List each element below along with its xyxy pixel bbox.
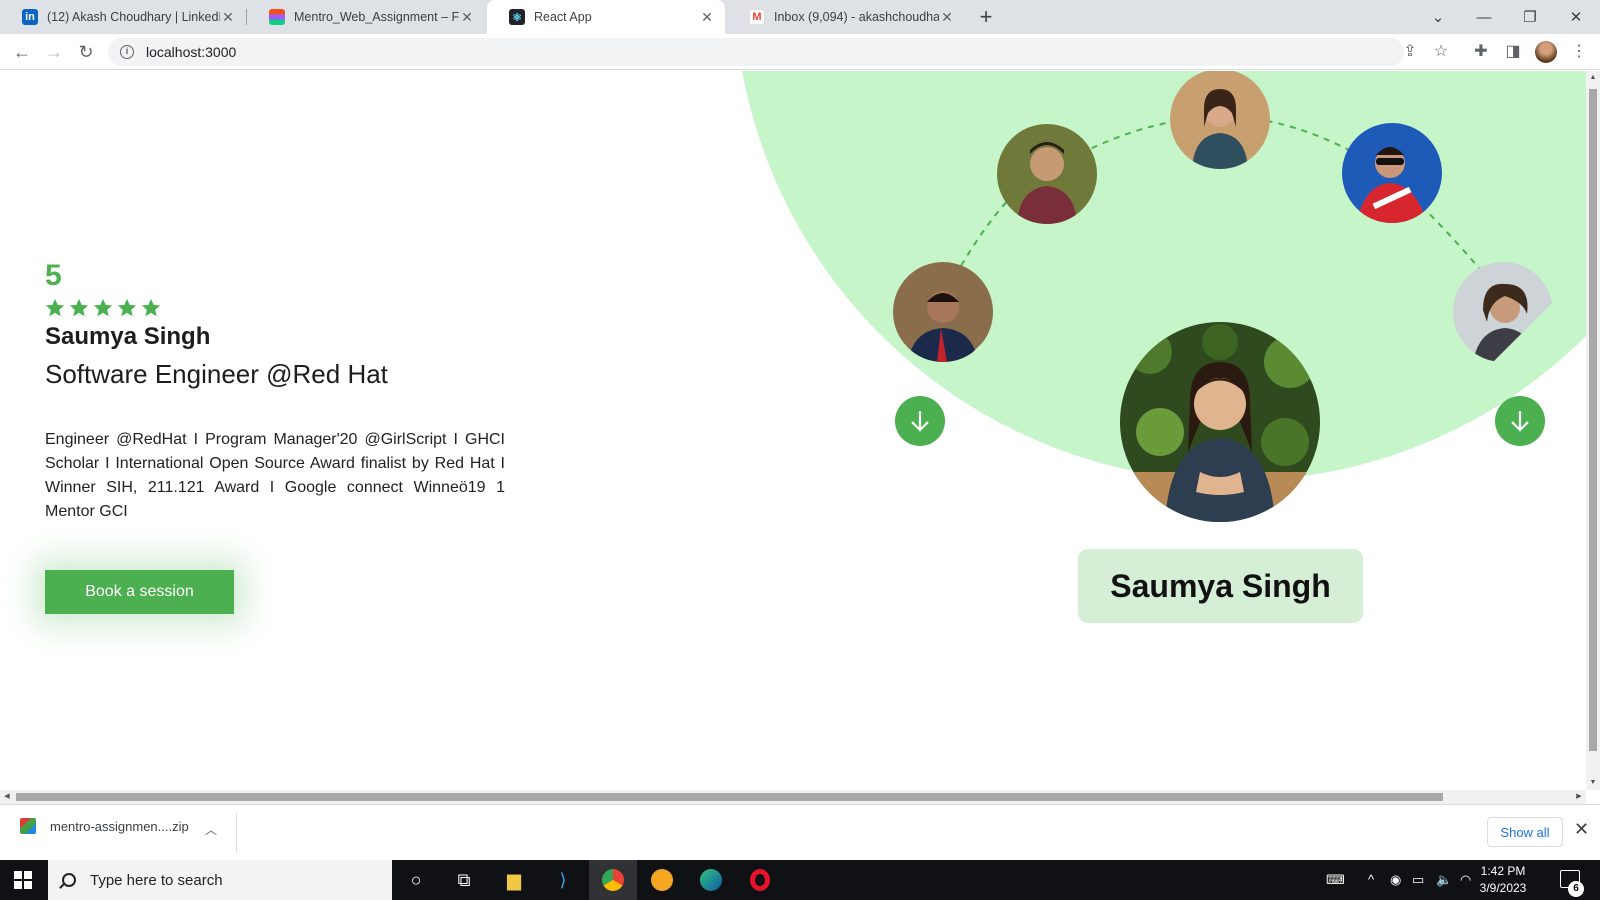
- scroll-down-arrow-icon[interactable]: ▼: [1586, 776, 1600, 790]
- close-tab-icon[interactable]: ✕: [699, 9, 715, 26]
- file-explorer-icon[interactable]: ▆: [500, 866, 528, 894]
- linkedin-icon: in: [22, 9, 38, 25]
- arrow-down-icon: [911, 411, 929, 432]
- download-bar: mentro-assignmen....zip ︿ Show all ✕: [0, 804, 1600, 860]
- book-session-button[interactable]: Book a session: [45, 570, 234, 614]
- divider: [236, 813, 237, 853]
- scroll-down-button[interactable]: [1495, 396, 1545, 446]
- minimize-button[interactable]: —: [1461, 0, 1507, 34]
- volume-icon[interactable]: 🔈: [1436, 872, 1452, 888]
- meet-now-icon[interactable]: ◉: [1390, 872, 1401, 888]
- mentor-avatar[interactable]: [893, 262, 993, 362]
- scroll-up-arrow-icon[interactable]: ▲: [1586, 71, 1600, 85]
- horizontal-scrollbar[interactable]: ◀ ▶: [0, 790, 1586, 804]
- scrollbar-thumb[interactable]: [1589, 89, 1597, 751]
- download-filename: mentro-assignmen....zip: [50, 818, 189, 834]
- mentor-avatar[interactable]: [1342, 123, 1442, 223]
- chevron-up-icon[interactable]: ︿: [205, 821, 217, 838]
- windows-taskbar: Type here to search ○ ⧉ ▆ ⟩ ⌨ ^ ◉ ▭ 🔈 ◠ …: [0, 860, 1600, 900]
- menu-icon[interactable]: ⋮: [1568, 41, 1590, 63]
- tab-title: Mentro_Web_Assignment – Figma: [294, 10, 459, 24]
- close-icon[interactable]: ✕: [1574, 819, 1589, 840]
- opera-icon[interactable]: [746, 866, 774, 894]
- profile-avatar[interactable]: [1535, 41, 1557, 63]
- tab-linkedin[interactable]: in (12) Akash Choudhary | LinkedIn ✕: [0, 0, 246, 34]
- notification-count-badge: 6: [1568, 881, 1584, 897]
- tab-title: (12) Akash Choudhary | LinkedIn: [47, 10, 220, 24]
- battery-icon[interactable]: ▭: [1412, 872, 1424, 888]
- new-tab-button[interactable]: +: [973, 4, 999, 30]
- edge-icon[interactable]: [697, 866, 725, 894]
- page-viewport: Saumya Singh 5 Saumya Singh Software Eng…: [0, 71, 1586, 790]
- forward-icon[interactable]: →: [42, 40, 66, 64]
- arrow-down-icon: [1511, 411, 1529, 432]
- address-bar[interactable]: i localhost:3000: [108, 38, 1404, 66]
- chevron-up-icon[interactable]: ^: [1368, 872, 1374, 887]
- reload-icon[interactable]: ↻: [74, 40, 98, 64]
- tab-react-app[interactable]: ⚛ React App ✕: [487, 0, 725, 34]
- star-icon: [93, 298, 113, 317]
- tab-search-icon[interactable]: ⌄: [1415, 0, 1461, 34]
- tab-gmail[interactable]: M Inbox (9,094) - akashchoudhary8 ✕: [727, 0, 965, 34]
- side-panel-icon[interactable]: ◨: [1502, 41, 1524, 63]
- vscode-icon[interactable]: ⟩: [549, 866, 577, 894]
- bookmark-star-icon[interactable]: ☆: [1430, 41, 1452, 63]
- tab-title: Inbox (9,094) - akashchoudhary8: [774, 10, 939, 24]
- star-icon: [45, 298, 65, 317]
- gmail-icon: M: [749, 9, 765, 25]
- star-icon: [141, 298, 161, 317]
- vertical-scrollbar[interactable]: ▲ ▼: [1586, 71, 1600, 790]
- mentor-avatar[interactable]: [997, 124, 1097, 224]
- mentor-avatar[interactable]: [1170, 71, 1270, 169]
- star-icon: [69, 298, 89, 317]
- toolbar: ← → ↻ i localhost:3000 ⇪ ☆ ✚ ◨ ⋮: [0, 34, 1600, 70]
- back-icon[interactable]: ←: [10, 40, 34, 64]
- rating-stars: [44, 297, 162, 319]
- react-icon: ⚛: [509, 9, 525, 25]
- search-placeholder: Type here to search: [90, 871, 223, 889]
- featured-name-card: Saumya Singh: [1078, 549, 1363, 623]
- close-tab-icon[interactable]: ✕: [939, 9, 955, 26]
- taskbar-search-input[interactable]: Type here to search: [48, 860, 392, 900]
- task-view-icon[interactable]: ⧉: [450, 866, 478, 894]
- featured-mentor-avatar[interactable]: [1120, 322, 1320, 522]
- tab-figma[interactable]: Mentro_Web_Assignment – Figma ✕: [247, 0, 485, 34]
- mentor-name: Saumya Singh: [45, 323, 211, 350]
- download-item[interactable]: mentro-assignmen....zip: [20, 818, 189, 834]
- search-icon: [62, 873, 76, 887]
- show-all-button[interactable]: Show all: [1487, 817, 1563, 847]
- tab-strip: in (12) Akash Choudhary | LinkedIn ✕ Men…: [0, 0, 1600, 34]
- site-info-icon[interactable]: i: [120, 45, 134, 59]
- chrome-icon[interactable]: [589, 860, 637, 900]
- extensions-icon[interactable]: ✚: [1470, 41, 1492, 63]
- mentor-bio: Engineer @RedHat I Program Manager'20 @G…: [45, 431, 505, 520]
- close-tab-icon[interactable]: ✕: [459, 9, 475, 26]
- clock-date: 3/9/2023: [1479, 881, 1527, 895]
- scrollbar-thumb[interactable]: [16, 793, 1443, 801]
- scroll-down-button[interactable]: [895, 396, 945, 446]
- url-text: localhost:3000: [146, 44, 237, 60]
- close-window-button[interactable]: ✕: [1553, 0, 1599, 34]
- restore-button[interactable]: ❐: [1507, 0, 1553, 34]
- mentor-role: Software Engineer @Red Hat: [45, 359, 388, 389]
- zip-file-icon: [20, 818, 36, 834]
- brave-icon[interactable]: [648, 866, 676, 894]
- close-tab-icon[interactable]: ✕: [220, 9, 236, 26]
- start-button-windows-icon[interactable]: [14, 871, 32, 889]
- scroll-left-arrow-icon[interactable]: ◀: [0, 790, 14, 804]
- rating-value: 5: [45, 259, 62, 292]
- clock-time: 1:42 PM: [1480, 864, 1526, 878]
- share-icon[interactable]: ⇪: [1399, 41, 1421, 63]
- cortana-icon[interactable]: ○: [402, 866, 430, 894]
- tab-title: React App: [534, 10, 592, 24]
- figma-icon: [269, 9, 285, 25]
- star-icon: [117, 298, 137, 317]
- system-clock[interactable]: 1:42 PM 3/9/2023: [1468, 863, 1538, 897]
- scroll-right-arrow-icon[interactable]: ▶: [1572, 790, 1586, 804]
- keyboard-icon[interactable]: ⌨: [1326, 872, 1345, 888]
